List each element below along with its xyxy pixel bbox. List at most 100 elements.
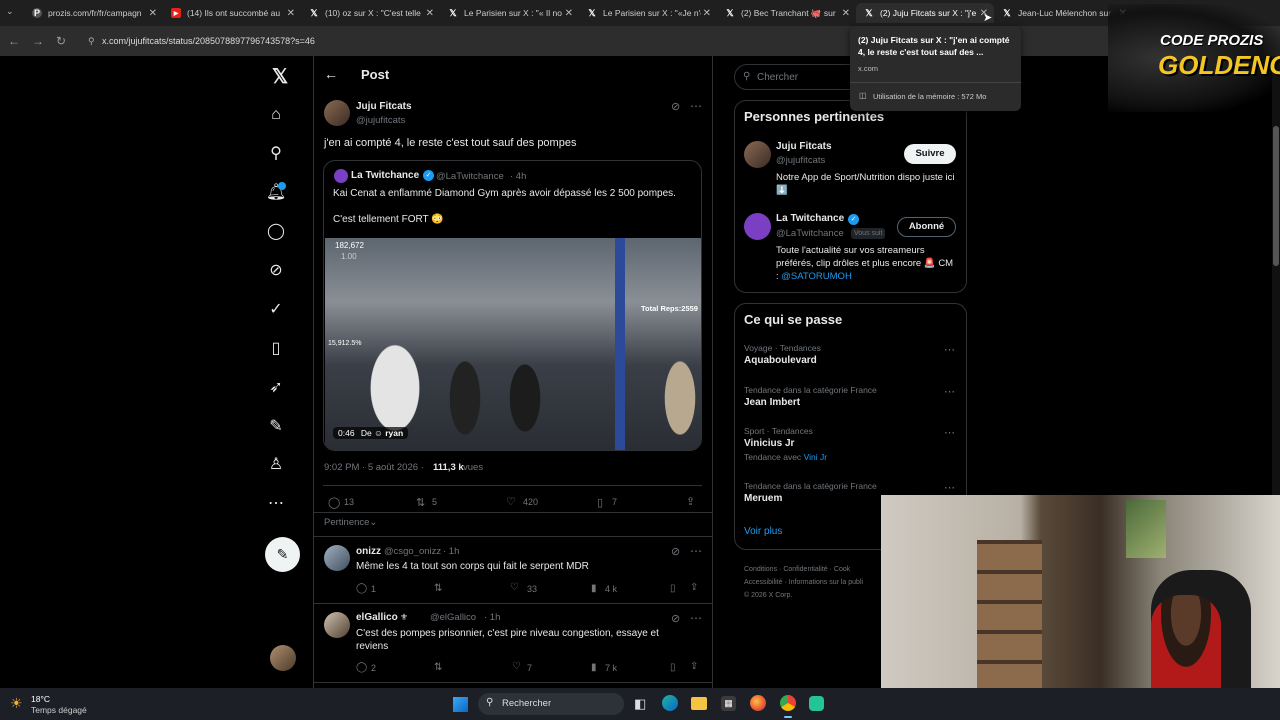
more-icon[interactable]: ⋯ xyxy=(265,492,287,514)
browser-tab[interactable]: Pprozis.com/fr/fr/campagn ✕ xyxy=(24,3,163,23)
tab-close-icon[interactable]: ✕ xyxy=(149,8,157,19)
reply-avatar[interactable] xyxy=(324,612,350,638)
compose-post-button[interactable]: ✎ xyxy=(265,537,300,572)
reply-views-icon[interactable]: ▮ xyxy=(591,662,597,673)
reply-share-icon[interactable]: ⇪ xyxy=(690,661,698,672)
reply-author-handle[interactable]: @elGallico xyxy=(430,612,476,623)
trend-more-icon[interactable]: ⋯ xyxy=(944,481,955,494)
footer-link[interactable]: Confidentialité xyxy=(783,566,827,573)
person-handle[interactable]: @jujufitcats xyxy=(776,155,825,166)
reply-repost-icon[interactable]: ⇅ xyxy=(434,662,442,673)
reply-reply-icon[interactable]: ◯ xyxy=(356,662,367,673)
post-more-icon[interactable]: ⋯ xyxy=(690,99,702,113)
tab-close-icon[interactable]: ✕ xyxy=(426,8,434,19)
weather-desc[interactable]: Temps dégagé xyxy=(31,705,87,715)
repost-icon[interactable]: ⇅ xyxy=(416,496,425,509)
app-icon[interactable] xyxy=(809,696,824,711)
site-info-icon[interactable]: ⚲ xyxy=(88,31,95,51)
profile-icon[interactable]: ♙ xyxy=(265,453,287,475)
lists-icon[interactable]: ✎ xyxy=(265,415,287,437)
trend-more-icon[interactable]: ⋯ xyxy=(944,343,955,356)
reply-like-icon[interactable]: ♡ xyxy=(512,661,521,672)
post-timestamp[interactable]: 9:02 PM · 5 août 2026 · xyxy=(324,462,424,473)
back-arrow-icon[interactable]: ← xyxy=(324,66,338,82)
reply-icon[interactable]: ◯ xyxy=(328,496,340,509)
person-name[interactable]: La Twitchance xyxy=(776,213,844,224)
following-button[interactable]: Abonné xyxy=(897,217,956,237)
browser-tab[interactable]: 𝕏 Le Parisien sur X : "«Je n'e ✕ xyxy=(579,3,717,23)
reply-grok-icon[interactable]: ⊘ xyxy=(671,612,680,625)
person-avatar[interactable] xyxy=(744,141,771,168)
messages-icon[interactable]: ◯ xyxy=(265,220,287,242)
reply-more-icon[interactable]: ⋯ xyxy=(690,611,702,625)
reply-like-icon[interactable]: ♡ xyxy=(510,582,519,593)
video-player[interactable]: 182,672 1.00 15,912.5% Total Reps:2559 0… xyxy=(325,238,701,450)
tab-close-icon[interactable]: ✕ xyxy=(565,8,573,19)
tab-close-icon[interactable]: ✕ xyxy=(287,8,295,19)
reply-repost-icon[interactable]: ⇅ xyxy=(434,583,442,594)
reply-avatar[interactable] xyxy=(324,545,350,571)
follow-button[interactable]: Suivre xyxy=(904,144,956,164)
quoted-post[interactable]: La Twitchance ✓ @LaTwitchance · 4h Kai C… xyxy=(323,160,702,451)
firefox-icon[interactable] xyxy=(750,695,766,711)
jobs-icon[interactable]: ➶ xyxy=(265,376,287,398)
file-explorer-icon[interactable] xyxy=(691,697,707,710)
search-icon[interactable]: ⚲ xyxy=(265,142,287,164)
reply-bookmark-icon[interactable]: ▯ xyxy=(670,662,676,673)
post-author-name[interactable]: Juju Fitcats xyxy=(356,101,412,112)
task-view-icon[interactable]: ◧ xyxy=(634,696,646,712)
verified-icon[interactable]: ✓ xyxy=(265,298,287,320)
reply-share-icon[interactable]: ⇪ xyxy=(690,582,698,593)
person-handle[interactable]: @LaTwitchance xyxy=(776,228,844,239)
taskbar-search-box[interactable]: ⚲ Rechercher xyxy=(478,693,624,715)
show-more-link[interactable]: Voir plus xyxy=(744,526,782,537)
start-icon[interactable] xyxy=(453,697,468,712)
person-avatar[interactable] xyxy=(744,213,771,240)
url-field[interactable]: ⚲ x.com/jujufitcats/status/2085078897796… xyxy=(84,31,1264,51)
post-author-avatar[interactable] xyxy=(324,100,350,126)
tab-list-menu-icon[interactable]: ⌄ xyxy=(6,6,14,17)
tab-close-icon[interactable]: ✕ xyxy=(703,8,711,19)
footer-link[interactable]: Accessibilité xyxy=(744,579,783,586)
chrome-icon[interactable] xyxy=(780,695,796,711)
bookmarks-icon[interactable]: ▯ xyxy=(265,337,287,359)
footer-link[interactable]: Informations sur la publi xyxy=(789,579,863,586)
trend-item[interactable]: Sport · Tendances Vinicius Jr Tendance a… xyxy=(744,426,959,462)
reply-reply-icon[interactable]: ◯ xyxy=(356,583,367,594)
trend-more-icon[interactable]: ⋯ xyxy=(944,426,955,439)
post-author-handle[interactable]: @jujufitcats xyxy=(356,115,405,126)
weather-temp[interactable]: 18°C xyxy=(31,694,50,704)
reply-author-handle[interactable]: @csgo_onizz xyxy=(384,546,441,557)
trend-item[interactable]: Voyage · Tendances Aquaboulevard ⋯ xyxy=(744,343,959,366)
browser-tab[interactable]: 𝕏 (2) Juju Fitcats sur X : "j'e ✕ xyxy=(856,3,994,23)
trend-item[interactable]: Tendance dans la catégorie France Jean I… xyxy=(744,385,959,408)
sort-replies-dropdown[interactable]: Pertinence⌄ xyxy=(324,517,377,528)
tab-close-icon[interactable]: ✕ xyxy=(842,8,850,19)
person-bio-link[interactable]: @SATORUMOH xyxy=(781,271,852,282)
grok-icon[interactable]: ⊘ xyxy=(265,259,287,281)
home-icon[interactable]: ⌂ xyxy=(265,104,287,126)
like-icon[interactable]: ♡ xyxy=(506,495,516,508)
trend-more-icon[interactable]: ⋯ xyxy=(944,385,955,398)
reply-bookmark-icon[interactable]: ▯ xyxy=(670,583,676,594)
footer-link[interactable]: Cook xyxy=(834,566,850,573)
reload-icon[interactable]: ↻ xyxy=(56,34,66,48)
reply-grok-icon[interactable]: ⊘ xyxy=(671,545,680,558)
edge-icon[interactable] xyxy=(662,695,678,711)
reply-views-icon[interactable]: ▮ xyxy=(591,583,597,594)
bookmark-icon[interactable]: ▯ xyxy=(597,496,603,509)
x-logo-icon[interactable]: 𝕏 xyxy=(272,64,294,88)
browser-tab[interactable]: 𝕏 (10) oz sur X : "C'est telle ✕ xyxy=(301,3,440,23)
reply-author-name[interactable]: onizz xyxy=(356,546,381,557)
footer-link[interactable]: Conditions xyxy=(744,566,777,573)
back-icon[interactable]: ← xyxy=(8,34,20,48)
browser-tab[interactable]: ▶ (14) Ils ont succombé au ✕ xyxy=(163,3,301,23)
reply-more-icon[interactable]: ⋯ xyxy=(690,544,702,558)
browser-tab[interactable]: 𝕏 (2) Bec Tranchant 🐙 sur ✕ xyxy=(717,3,856,23)
browser-tab[interactable]: 𝕏 Le Parisien sur X : "« Il no ✕ xyxy=(440,3,579,23)
store-icon[interactable]: ▦ xyxy=(721,696,736,711)
account-avatar[interactable] xyxy=(270,645,296,671)
grok-explain-icon[interactable]: ⊘ xyxy=(671,100,680,113)
trend-extra-link[interactable]: Vini Jr xyxy=(804,452,827,462)
share-icon[interactable]: ⇪ xyxy=(686,495,695,508)
